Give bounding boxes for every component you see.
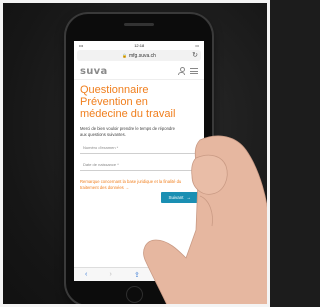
bookmarks-icon[interactable]: ▯ — [162, 271, 166, 279]
exam-number-field[interactable]: Numéro d'examen * — [80, 142, 198, 154]
next-button[interactable]: Suivant → — [161, 192, 198, 203]
user-icon[interactable] — [178, 67, 185, 75]
site-logo[interactable]: suva — [80, 66, 108, 77]
legal-notice-link[interactable]: Remarque concernant la base juridique et… — [80, 179, 190, 190]
signal-indicator: ••• — [79, 43, 84, 48]
status-time: 12:18 — [134, 43, 145, 48]
earpiece — [124, 23, 154, 26]
form-content: Questionnaire Prévention en médecine du … — [74, 80, 204, 207]
back-icon[interactable]: ‹ — [85, 271, 87, 278]
smartphone: ••• 12:18 ▭ 🔒 mfg.suva.ch ↻ suva Questio… — [66, 14, 212, 305]
page-title: Questionnaire Prévention en médecine du … — [80, 84, 176, 120]
address-bar[interactable]: 🔒 mfg.suva.ch ↻ — [77, 50, 201, 61]
intro-text: Merci de bien vouloir prendre le temps d… — [80, 126, 175, 137]
birth-date-field[interactable]: Date de naissance * — [80, 159, 198, 171]
arrow-right-icon: → — [186, 195, 192, 200]
site-header: suva — [74, 63, 204, 80]
battery-icon: ▭ — [195, 43, 199, 48]
next-button-label: Suivant — [168, 195, 184, 200]
status-bar: ••• 12:18 ▭ — [74, 41, 204, 50]
forward-icon[interactable]: › — [110, 271, 112, 278]
lock-icon: 🔒 — [122, 53, 127, 58]
browser-toolbar: ‹ › ⇪ ▯ ⧉ — [74, 267, 204, 281]
reload-icon[interactable]: ↻ — [192, 51, 198, 59]
tabs-icon[interactable]: ⧉ — [188, 271, 193, 279]
phone-screen: ••• 12:18 ▭ 🔒 mfg.suva.ch ↻ suva Questio… — [74, 41, 204, 281]
share-icon[interactable]: ⇪ — [134, 271, 140, 279]
url-text: mfg.suva.ch — [129, 52, 156, 59]
home-button[interactable] — [126, 286, 143, 303]
menu-icon[interactable] — [190, 68, 198, 74]
